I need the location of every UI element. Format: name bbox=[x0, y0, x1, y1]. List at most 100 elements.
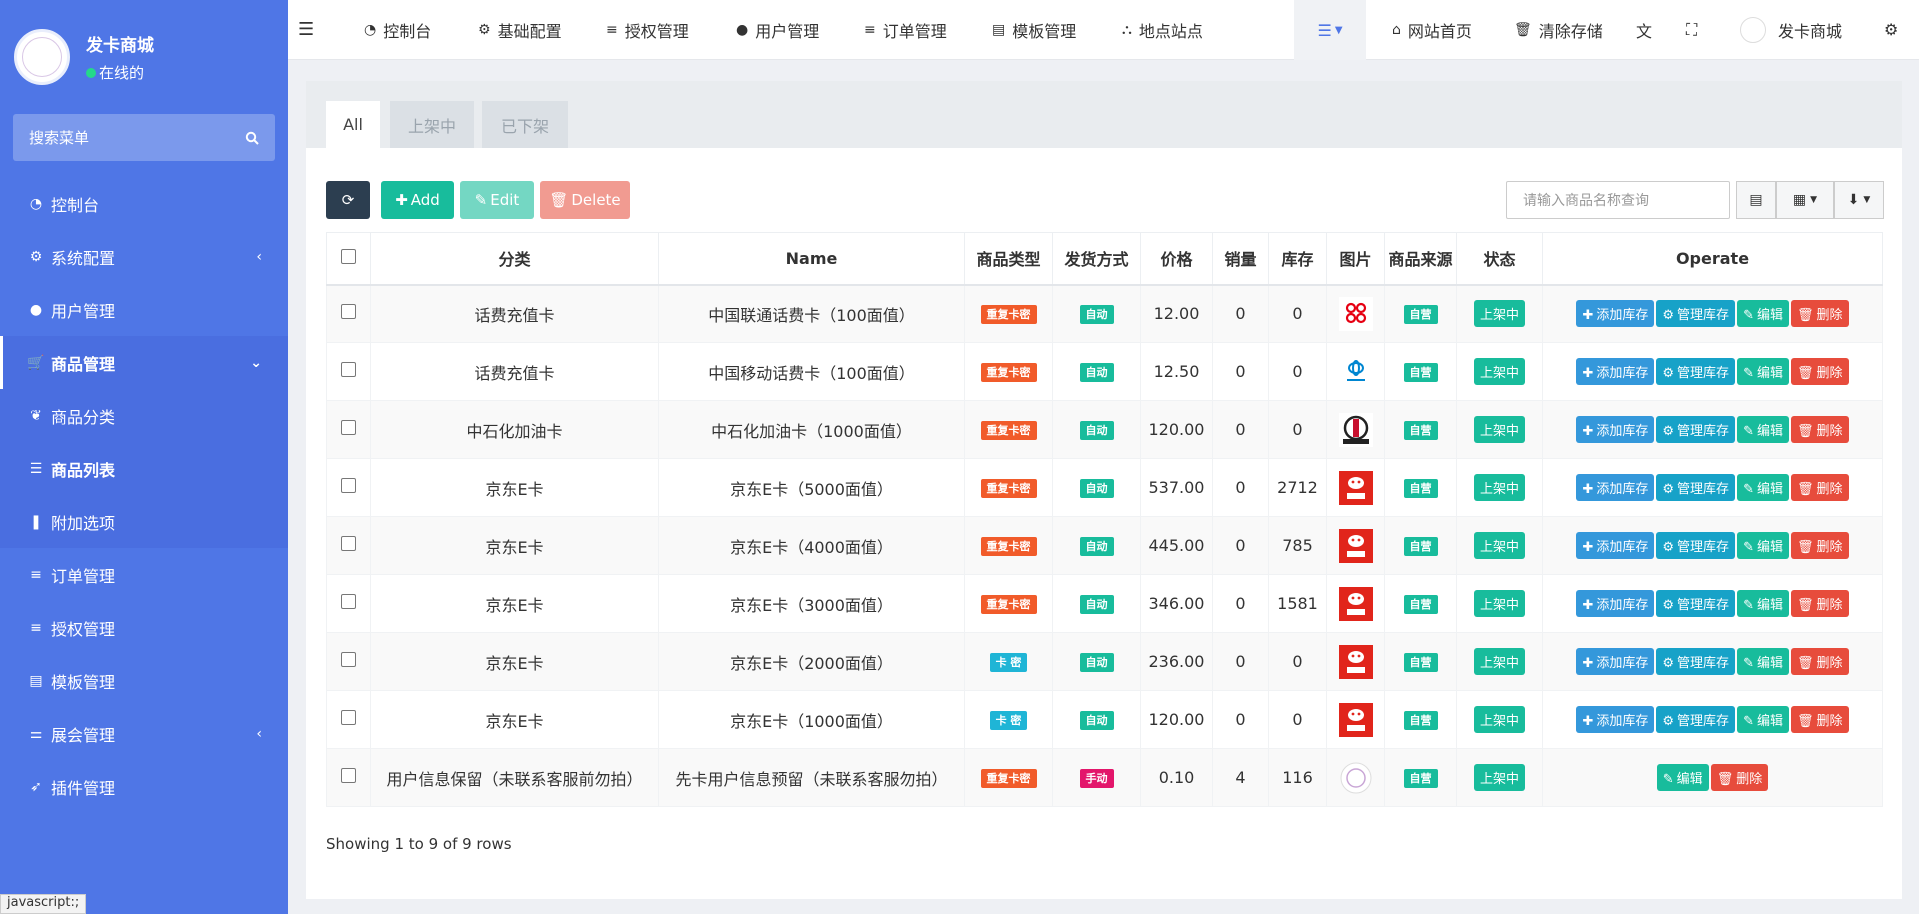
add-button[interactable]: ✚ Add bbox=[381, 181, 454, 219]
sidebar-item-product-category[interactable]: ❦ 商品分类 bbox=[0, 389, 288, 442]
sidebar-item-product-list[interactable]: ☰ 商品列表 bbox=[0, 442, 288, 495]
col-status[interactable]: 状态 bbox=[1456, 232, 1543, 286]
nav-dashboard[interactable]: ◔ 控制台 bbox=[364, 18, 431, 42]
col-source[interactable]: 商品来源 bbox=[1384, 232, 1457, 286]
row-select-cell[interactable] bbox=[326, 400, 371, 459]
delete-row-button[interactable]: 🗑 删除 bbox=[1790, 416, 1849, 443]
jd-logo[interactable] bbox=[1338, 702, 1373, 737]
language-icon[interactable]: 文 bbox=[1636, 18, 1652, 42]
columns-button[interactable]: ▦ ▼ bbox=[1776, 181, 1834, 219]
nav-templates[interactable]: ▤ 模板管理 bbox=[992, 18, 1076, 42]
sidebar-item-products[interactable]: 🛒 商品管理 ⌄ bbox=[0, 336, 288, 389]
jd-logo[interactable] bbox=[1338, 470, 1373, 505]
edit-row-button[interactable]: ✎ 编辑 bbox=[1737, 300, 1789, 328]
nav-more-dropdown[interactable]: ☰ ▼ bbox=[1294, 0, 1366, 60]
edit-button[interactable]: ✎ Edit bbox=[460, 181, 534, 219]
manage-stock-button[interactable]: ⚙ 管理库存 bbox=[1656, 590, 1736, 617]
table-row[interactable]: 话费充值卡 中国移动话费卡（100面值） 重复卡密 自动 12.50 0 0 自营 上架中 ✚ 添加… bbox=[326, 342, 1883, 401]
add-stock-button[interactable]: ✚ 添加库存 bbox=[1576, 416, 1655, 443]
delete-row-button[interactable]: 🗑 删除 bbox=[1710, 764, 1769, 791]
add-stock-button[interactable]: ✚ 添加库存 bbox=[1576, 590, 1655, 617]
delete-row-button[interactable]: 🗑 删除 bbox=[1790, 474, 1849, 501]
row-checkbox[interactable] bbox=[341, 362, 356, 377]
tab-all[interactable]: All bbox=[326, 101, 380, 148]
row-select-cell[interactable] bbox=[326, 632, 371, 691]
table-row[interactable]: 京东E卡 京东E卡（5000面值） 重复卡密 自动 537.00 0 2712 自营 上架中 ✚ 添… bbox=[326, 458, 1883, 517]
status-toggle-button[interactable]: 上架中 bbox=[1473, 416, 1525, 443]
delete-row-button[interactable]: 🗑 删除 bbox=[1790, 648, 1849, 675]
row-select-cell[interactable] bbox=[326, 342, 371, 401]
manage-stock-button[interactable]: ⚙ 管理库存 bbox=[1656, 706, 1736, 733]
nav-base-config[interactable]: ⚙ 基础配置 bbox=[478, 18, 562, 42]
select-all-header[interactable] bbox=[326, 232, 371, 286]
status-toggle-button[interactable]: 上架中 bbox=[1473, 706, 1525, 733]
edit-row-button[interactable]: ✎ 编辑 bbox=[1737, 590, 1789, 617]
status-toggle-button[interactable]: 上架中 bbox=[1473, 532, 1525, 559]
nav-auth[interactable]: ≡ 授权管理 bbox=[606, 18, 689, 42]
table-row[interactable]: 用户信息保留（未联系客服前勿拍） 先卡用户信息预留（未联系客服勿拍） 重复卡密 手动 0… bbox=[326, 748, 1883, 807]
nav-users[interactable]: ● 用户管理 bbox=[736, 18, 819, 42]
col-price[interactable]: 价格 bbox=[1140, 232, 1213, 286]
china-unicom-logo[interactable] bbox=[1338, 296, 1373, 331]
sidebar-item-extra-options[interactable]: ❚ 附加选项 bbox=[0, 495, 288, 548]
sinopec-logo[interactable] bbox=[1338, 412, 1373, 447]
delete-row-button[interactable]: 🗑 删除 bbox=[1790, 532, 1849, 559]
settings-gear-icon[interactable]: ⚙ bbox=[1884, 20, 1898, 39]
menu-toggle-icon[interactable]: ☰ bbox=[298, 19, 314, 40]
row-checkbox[interactable] bbox=[341, 768, 356, 783]
manage-stock-button[interactable]: ⚙ 管理库存 bbox=[1656, 532, 1736, 559]
delete-row-button[interactable]: 🗑 删除 bbox=[1790, 300, 1849, 328]
add-stock-button[interactable]: ✚ 添加库存 bbox=[1576, 358, 1655, 385]
sidebar-item-system-config[interactable]: ⚙ 系统配置 ‹ bbox=[0, 230, 288, 283]
search-icon[interactable] bbox=[245, 131, 259, 145]
add-stock-button[interactable]: ✚ 添加库存 bbox=[1576, 706, 1655, 733]
delete-row-button[interactable]: 🗑 删除 bbox=[1790, 358, 1849, 385]
row-select-cell[interactable] bbox=[326, 748, 371, 807]
status-toggle-button[interactable]: 上架中 bbox=[1473, 764, 1525, 791]
table-row[interactable]: 中石化加油卡 中石化加油卡（1000面值） 重复卡密 自动 120.00 0 0 自营 上架中 ✚… bbox=[326, 400, 1883, 459]
row-checkbox[interactable] bbox=[341, 594, 356, 609]
toggle-view-button[interactable]: ▤ bbox=[1736, 181, 1776, 219]
row-checkbox[interactable] bbox=[341, 652, 356, 667]
edit-row-button[interactable]: ✎ 编辑 bbox=[1737, 706, 1789, 733]
table-row[interactable]: 京东E卡 京东E卡（4000面值） 重复卡密 自动 445.00 0 785 自营 上架中 ✚ 添加… bbox=[326, 516, 1883, 575]
status-toggle-button[interactable]: 上架中 bbox=[1473, 648, 1525, 675]
sidebar-item-exhibition[interactable]: ⚌ 展会管理 ‹ bbox=[0, 707, 288, 760]
edit-row-button[interactable]: ✎ 编辑 bbox=[1737, 358, 1789, 385]
table-row[interactable]: 京东E卡 京东E卡（2000面值）卡 密自动 236.00 0 0 自营 上架中 ✚ 添加库存 ⚙… bbox=[326, 632, 1883, 691]
select-all-checkbox[interactable] bbox=[341, 248, 356, 264]
row-checkbox[interactable] bbox=[341, 710, 356, 725]
export-button[interactable]: ⬇ ▼ bbox=[1834, 181, 1884, 219]
sidebar-item-users[interactable]: ● 用户管理 bbox=[0, 283, 288, 336]
tab-on-sale[interactable]: 上架中 bbox=[390, 101, 474, 148]
row-select-cell[interactable] bbox=[326, 284, 371, 343]
table-row[interactable]: 话费充值卡 中国联通话费卡（100面值） 重复卡密 自动 12.00 0 0 自营 上架中 ✚ 添加… bbox=[326, 284, 1883, 343]
nav-clear-cache[interactable]: 🗑 清除存储 bbox=[1514, 18, 1603, 42]
jd-logo[interactable] bbox=[1338, 644, 1373, 679]
table-row[interactable]: 京东E卡 京东E卡（3000面值） 重复卡密 自动 346.00 0 1581 自营 上架中 ✚ 添… bbox=[326, 574, 1883, 633]
jd-logo[interactable] bbox=[1338, 586, 1373, 621]
edit-row-button[interactable]: ✎ 编辑 bbox=[1737, 532, 1789, 559]
nav-site-home[interactable]: ⌂ 网站首页 bbox=[1392, 18, 1472, 42]
delete-row-button[interactable]: 🗑 删除 bbox=[1790, 590, 1849, 617]
delete-row-button[interactable]: 🗑 删除 bbox=[1790, 706, 1849, 733]
status-toggle-button[interactable]: 上架中 bbox=[1473, 300, 1525, 328]
row-checkbox[interactable] bbox=[341, 304, 356, 320]
edit-row-button[interactable]: ✎ 编辑 bbox=[1656, 764, 1709, 791]
sidebar-item-plugins[interactable]: ➶ 插件管理 bbox=[0, 760, 288, 813]
col-type[interactable]: 商品类型 bbox=[964, 232, 1053, 286]
product-search-input[interactable]: 请输入商品名称查询 bbox=[1506, 181, 1730, 219]
edit-row-button[interactable]: ✎ 编辑 bbox=[1737, 648, 1789, 675]
row-checkbox[interactable] bbox=[341, 478, 356, 493]
add-stock-button[interactable]: ✚ 添加库存 bbox=[1576, 474, 1655, 501]
edit-row-button[interactable]: ✎ 编辑 bbox=[1737, 416, 1789, 443]
manage-stock-button[interactable]: ⚙ 管理库存 bbox=[1656, 358, 1736, 385]
delete-button[interactable]: 🗑 Delete bbox=[540, 181, 630, 219]
row-select-cell[interactable] bbox=[326, 574, 371, 633]
user-menu[interactable]: 发卡商城 bbox=[1740, 16, 1842, 43]
row-select-cell[interactable] bbox=[326, 516, 371, 575]
store-logo[interactable] bbox=[1339, 762, 1373, 793]
add-stock-button[interactable]: ✚ 添加库存 bbox=[1576, 300, 1655, 328]
col-sales[interactable]: 销量 bbox=[1212, 232, 1269, 286]
tab-off-sale[interactable]: 已下架 bbox=[482, 101, 568, 148]
